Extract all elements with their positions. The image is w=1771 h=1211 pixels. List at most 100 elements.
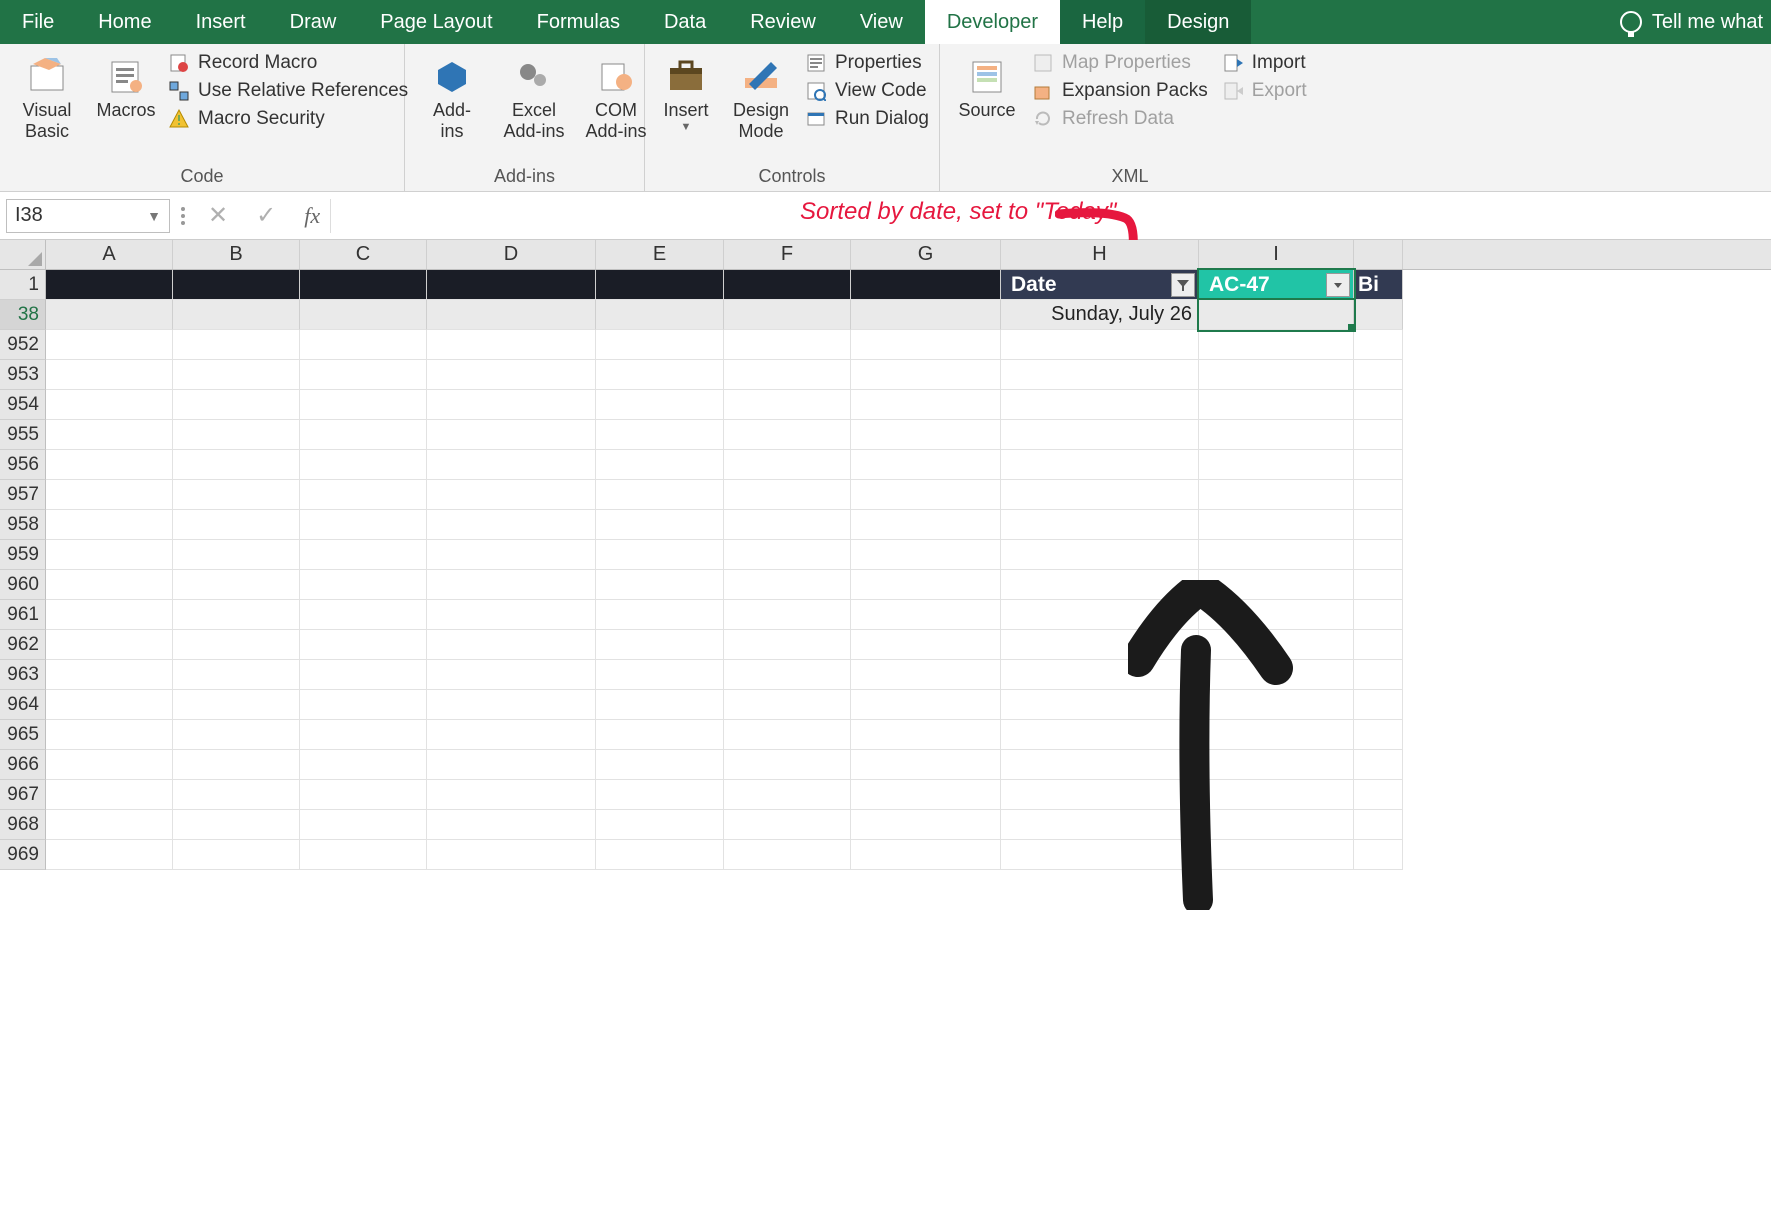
cell[interactable] xyxy=(427,600,596,630)
cell[interactable] xyxy=(46,390,173,420)
cell[interactable] xyxy=(427,450,596,480)
cell[interactable] xyxy=(1354,780,1403,810)
tab-draw[interactable]: Draw xyxy=(268,0,359,44)
use-relative-refs-button[interactable]: Use Relative References xyxy=(168,80,408,102)
cell[interactable] xyxy=(596,510,724,540)
xml-export-button[interactable]: Export xyxy=(1222,80,1307,102)
tab-review[interactable]: Review xyxy=(728,0,838,44)
cell[interactable] xyxy=(724,360,851,390)
cell[interactable] xyxy=(596,270,724,300)
cell[interactable] xyxy=(851,390,1001,420)
cell[interactable] xyxy=(173,540,300,570)
cell[interactable] xyxy=(46,840,173,870)
cell[interactable] xyxy=(596,540,724,570)
cell[interactable]: AC-47 xyxy=(1199,270,1354,300)
cell[interactable] xyxy=(46,600,173,630)
cell[interactable] xyxy=(427,360,596,390)
cell[interactable] xyxy=(851,420,1001,450)
cell[interactable]: Bi xyxy=(1354,270,1403,300)
cell[interactable] xyxy=(1199,330,1354,360)
row-header-960[interactable]: 960 xyxy=(0,570,46,600)
cell[interactable] xyxy=(46,630,173,660)
xml-import-button[interactable]: Import xyxy=(1222,52,1307,74)
row-header-956[interactable]: 956 xyxy=(0,450,46,480)
cell[interactable] xyxy=(427,660,596,690)
cell[interactable] xyxy=(1001,510,1199,540)
cell[interactable] xyxy=(46,660,173,690)
row-header-969[interactable]: 969 xyxy=(0,840,46,870)
cell[interactable] xyxy=(300,330,427,360)
cell[interactable] xyxy=(173,690,300,720)
cell[interactable] xyxy=(173,780,300,810)
col-header-I[interactable]: I xyxy=(1199,240,1354,269)
cell[interactable] xyxy=(427,750,596,780)
cell[interactable] xyxy=(427,420,596,450)
row-header-961[interactable]: 961 xyxy=(0,600,46,630)
select-all-corner[interactable] xyxy=(0,240,46,269)
row-header-964[interactable]: 964 xyxy=(0,690,46,720)
cell[interactable] xyxy=(724,720,851,750)
cell[interactable] xyxy=(851,510,1001,540)
cell[interactable] xyxy=(1199,480,1354,510)
cell[interactable] xyxy=(1354,420,1403,450)
cell[interactable] xyxy=(46,300,173,330)
cell[interactable] xyxy=(46,720,173,750)
tab-design[interactable]: Design xyxy=(1145,0,1251,44)
tell-me-search[interactable]: Tell me what xyxy=(1602,0,1771,44)
cell-I38-selected[interactable] xyxy=(1199,300,1354,330)
cell[interactable] xyxy=(46,330,173,360)
cell[interactable] xyxy=(1001,390,1199,420)
cell[interactable] xyxy=(173,330,300,360)
cancel-formula-icon[interactable]: ✕ xyxy=(208,201,228,230)
refresh-data-button[interactable]: Refresh Data xyxy=(1032,108,1208,130)
cell[interactable] xyxy=(427,570,596,600)
cell[interactable] xyxy=(173,390,300,420)
cell[interactable] xyxy=(851,660,1001,690)
col-header-B[interactable]: B xyxy=(173,240,300,269)
cell[interactable] xyxy=(173,270,300,300)
row-header-965[interactable]: 965 xyxy=(0,720,46,750)
cell[interactable] xyxy=(1199,510,1354,540)
cell[interactable] xyxy=(46,270,173,300)
cell[interactable] xyxy=(427,810,596,840)
cell[interactable] xyxy=(724,420,851,450)
cell[interactable] xyxy=(46,420,173,450)
cell[interactable] xyxy=(596,810,724,840)
cell[interactable] xyxy=(724,660,851,690)
cell[interactable] xyxy=(1354,810,1403,840)
macro-security-button[interactable]: Macro Security xyxy=(168,108,408,130)
cell[interactable] xyxy=(1354,570,1403,600)
cell[interactable] xyxy=(724,270,851,300)
cell[interactable] xyxy=(1354,750,1403,780)
cell[interactable] xyxy=(851,540,1001,570)
cell[interactable] xyxy=(1001,480,1199,510)
xml-source-button[interactable]: Source xyxy=(948,50,1026,121)
cell[interactable] xyxy=(724,570,851,600)
row-header-962[interactable]: 962 xyxy=(0,630,46,660)
controls-insert-button[interactable]: Insert ▼ xyxy=(653,50,719,142)
cell[interactable] xyxy=(173,720,300,750)
cell[interactable] xyxy=(1354,330,1403,360)
cell[interactable] xyxy=(1354,480,1403,510)
cell[interactable] xyxy=(300,420,427,450)
cell[interactable] xyxy=(46,780,173,810)
view-code-button[interactable]: View Code xyxy=(805,80,929,102)
col-header-J-partial[interactable] xyxy=(1354,240,1403,269)
cell[interactable] xyxy=(300,390,427,420)
row-header-1[interactable]: 1 xyxy=(0,270,46,300)
cell[interactable] xyxy=(1354,300,1403,330)
expansion-packs-button[interactable]: Expansion Packs xyxy=(1032,80,1208,102)
cell[interactable] xyxy=(1354,510,1403,540)
cell[interactable] xyxy=(1199,360,1354,390)
cell[interactable] xyxy=(1354,630,1403,660)
cell[interactable] xyxy=(173,360,300,390)
record-macro-button[interactable]: Record Macro xyxy=(168,52,408,74)
col-header-C[interactable]: C xyxy=(300,240,427,269)
cell[interactable] xyxy=(1001,450,1199,480)
cell[interactable] xyxy=(1354,690,1403,720)
cell[interactable] xyxy=(724,630,851,660)
cell[interactable] xyxy=(1199,390,1354,420)
cell[interactable] xyxy=(851,480,1001,510)
row-header-958[interactable]: 958 xyxy=(0,510,46,540)
cell[interactable] xyxy=(851,810,1001,840)
